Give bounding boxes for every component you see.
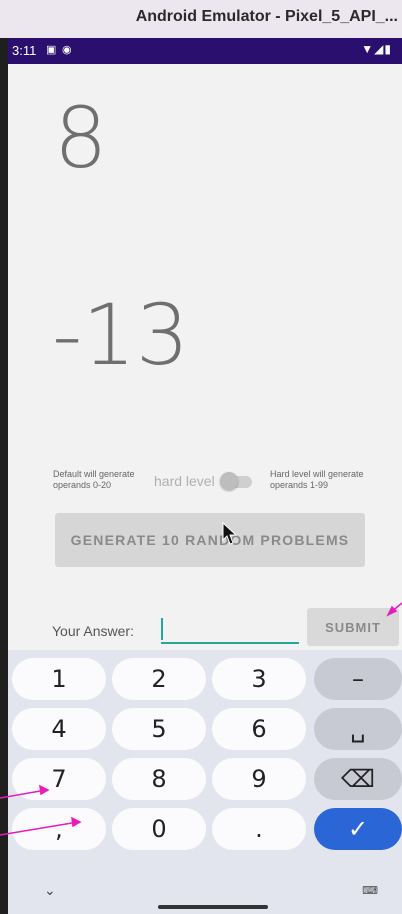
annotation-arrow-comma [0, 821, 79, 836]
annotation-arrowhead-comma [71, 816, 82, 828]
annotation-arrow-key7 [0, 789, 47, 799]
annotation-arrows [0, 602, 402, 836]
annotation-arrowhead-key7 [39, 784, 50, 796]
